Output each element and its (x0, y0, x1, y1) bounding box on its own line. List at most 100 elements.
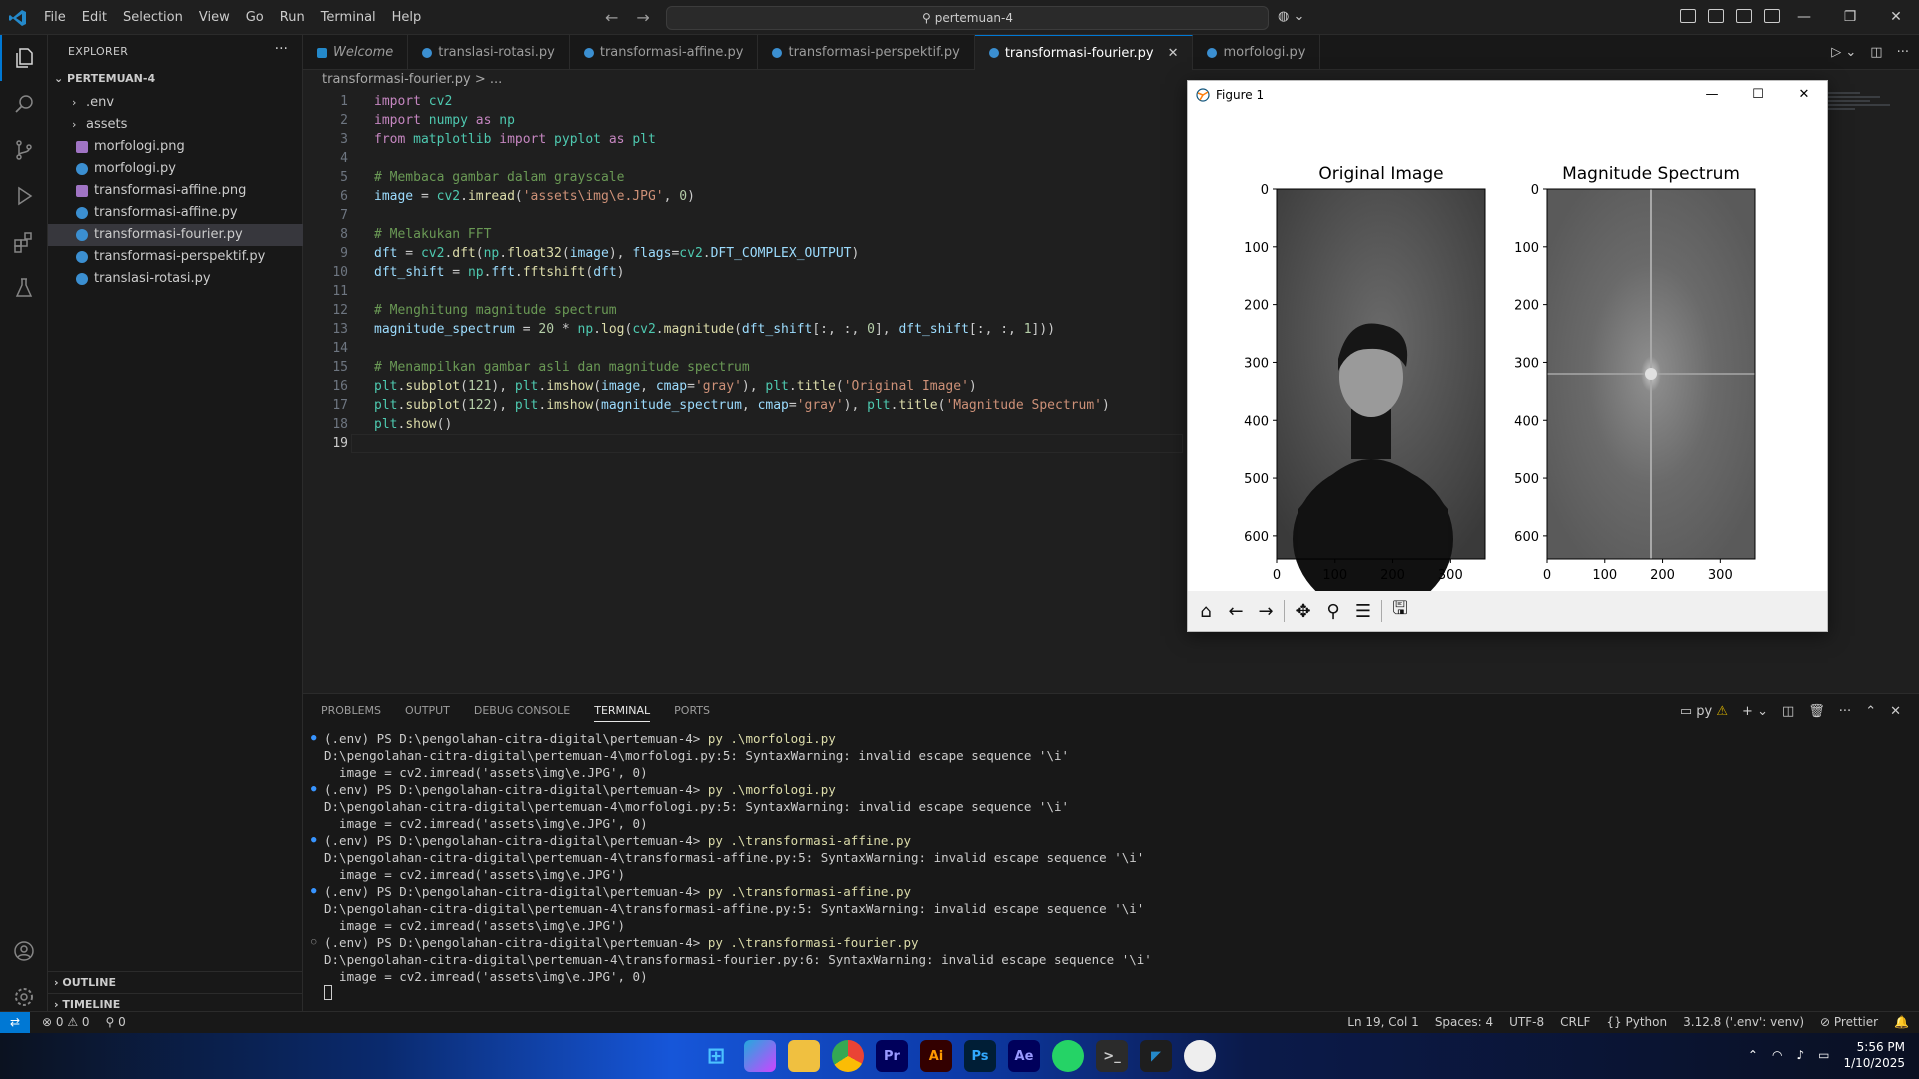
split-terminal-icon[interactable]: ◫ (1782, 704, 1794, 719)
premiere-pro-icon[interactable]: Pr (876, 1040, 908, 1072)
more-editor-actions-icon[interactable]: ··· (1897, 45, 1909, 60)
figure-close-button[interactable]: ✕ (1781, 81, 1827, 109)
pan-icon[interactable]: ✥ (1291, 601, 1315, 622)
tab-welcome[interactable]: Welcome (303, 35, 409, 70)
tree-item-affine-py[interactable]: transformasi-affine.py (48, 202, 303, 224)
toggle-primary-sidebar-icon[interactable] (1708, 9, 1724, 23)
source-control-icon[interactable] (0, 127, 48, 173)
whatsapp-icon[interactable] (1052, 1040, 1084, 1072)
zoom-icon[interactable]: ⚲ (1321, 601, 1345, 622)
problems-status[interactable]: ⊗ 0 ⚠ 0 (42, 1015, 90, 1029)
photoshop-icon[interactable]: Ps (964, 1040, 996, 1072)
ports-status[interactable]: ⚲ 0 (106, 1015, 126, 1029)
toggle-panel-icon[interactable] (1736, 9, 1752, 23)
command-center-search[interactable]: ⚲ pertemuan-4 (666, 6, 1269, 30)
volume-icon[interactable]: ♪ (1796, 1048, 1804, 1062)
windows-start-icon[interactable]: ⊞ (700, 1040, 732, 1072)
remote-indicator-icon[interactable]: ⇄ (0, 1012, 30, 1034)
close-tab-icon[interactable]: ✕ (1168, 46, 1179, 61)
copilot-icon[interactable]: ◍ ⌄ (1278, 9, 1304, 24)
menu-view[interactable]: View (191, 0, 238, 35)
tab-transformasi-perspektif[interactable]: transformasi-perspektif.py (758, 35, 975, 70)
tree-item-affine-png[interactable]: transformasi-affine.png (48, 180, 303, 202)
file-explorer-icon[interactable] (788, 1040, 820, 1072)
code-editor[interactable]: 1 import cv2 2 import numpy as np 3 from ma… (303, 92, 1183, 453)
python-figure-taskbar-icon[interactable] (1184, 1040, 1216, 1072)
command-status-icon[interactable]: ● (311, 730, 324, 747)
vscode-taskbar-icon[interactable]: ◤ (1140, 1040, 1172, 1072)
new-terminal-icon[interactable]: + ⌄ (1742, 704, 1768, 719)
tab-translasi-rotasi[interactable]: translasi-rotasi.py (408, 35, 570, 70)
tree-item-morfologi-png[interactable]: morfologi.png (48, 136, 303, 158)
command-status-icon[interactable]: ● (311, 781, 324, 798)
back-icon[interactable]: ← (1224, 601, 1248, 622)
tree-item-fourier-py[interactable]: transformasi-fourier.py (48, 224, 303, 246)
menu-go[interactable]: Go (238, 0, 272, 35)
menu-edit[interactable]: Edit (74, 0, 115, 35)
extensions-icon[interactable] (0, 219, 48, 265)
tree-item-translasi-py[interactable]: translasi-rotasi.py (48, 268, 303, 290)
prettier-status[interactable]: ⊘ Prettier (1820, 1015, 1878, 1029)
tab-ports[interactable]: PORTS (674, 704, 710, 722)
save-figure-icon[interactable]: 🖫 (1388, 596, 1412, 626)
configure-subplots-icon[interactable]: ☰ (1351, 601, 1375, 622)
back-arrow-icon[interactable]: ← (605, 8, 618, 27)
clock[interactable]: 5:56 PM 1/10/2025 (1843, 1039, 1905, 1071)
after-effects-icon[interactable]: Ae (1008, 1040, 1040, 1072)
illustrator-icon[interactable]: Ai (920, 1040, 952, 1072)
menu-help[interactable]: Help (384, 0, 430, 35)
testing-icon[interactable] (0, 265, 48, 311)
forward-arrow-icon[interactable]: → (636, 8, 649, 27)
tab-debug-console[interactable]: DEBUG CONSOLE (474, 704, 570, 722)
maximize-panel-icon[interactable]: ⌃ (1865, 704, 1876, 719)
menu-selection[interactable]: Selection (115, 0, 191, 35)
customize-layout-icon[interactable] (1680, 9, 1696, 23)
encoding[interactable]: UTF-8 (1509, 1015, 1544, 1029)
battery-icon[interactable]: ▭ (1818, 1048, 1829, 1062)
tree-item-assets[interactable]: › assets (48, 114, 303, 136)
menu-file[interactable]: File (36, 0, 74, 35)
more-panel-actions-icon[interactable]: ··· (1839, 704, 1851, 719)
tree-item-perspektif-py[interactable]: transformasi-perspektif.py (48, 246, 303, 268)
tree-item-morfologi-py[interactable]: morfologi.py (48, 158, 303, 180)
tab-problems[interactable]: PROBLEMS (321, 704, 381, 722)
breadcrumb[interactable]: transformasi-fourier.py > ... (322, 72, 502, 87)
cursor-position[interactable]: Ln 19, Col 1 (1347, 1015, 1419, 1029)
tab-morfologi[interactable]: morfologi.py (1193, 35, 1321, 70)
split-editor-icon[interactable]: ◫ (1870, 45, 1882, 60)
minimap[interactable] (1820, 92, 1910, 132)
accounts-icon[interactable] (0, 928, 48, 974)
tab-transformasi-fourier[interactable]: transformasi-fourier.py ✕ (974, 35, 1194, 70)
tab-output[interactable]: OUTPUT (405, 704, 450, 722)
kill-terminal-icon[interactable]: 🗑 (1808, 704, 1825, 719)
search-sidebar-icon[interactable] (0, 81, 48, 127)
workspace-folder[interactable]: ⌄ PERTEMUAN-4 (54, 72, 155, 85)
indentation[interactable]: Spaces: 4 (1435, 1015, 1493, 1029)
run-debug-icon[interactable] (0, 173, 48, 219)
command-status-icon[interactable]: ○ (311, 934, 324, 951)
python-interpreter[interactable]: 3.12.8 ('.env': venv) (1683, 1015, 1804, 1029)
tab-terminal[interactable]: TERMINAL (594, 704, 651, 722)
explorer-icon[interactable] (0, 35, 48, 81)
more-actions-icon[interactable]: ··· (275, 41, 288, 57)
run-python-icon[interactable]: ▷ ⌄ (1831, 45, 1856, 60)
end-of-line[interactable]: CRLF (1560, 1015, 1590, 1029)
tab-transformasi-affine[interactable]: transformasi-affine.py (570, 35, 759, 70)
minimize-button[interactable]: — (1781, 0, 1827, 35)
close-button[interactable]: ✕ (1873, 0, 1919, 35)
terminal-app-icon[interactable]: >_ (1096, 1040, 1128, 1072)
close-panel-icon[interactable]: ✕ (1890, 704, 1901, 719)
menu-terminal[interactable]: Terminal (313, 0, 384, 35)
toggle-secondary-sidebar-icon[interactable] (1764, 9, 1780, 23)
forward-icon[interactable]: → (1254, 601, 1278, 622)
home-icon[interactable]: ⌂ (1194, 601, 1218, 622)
restore-button[interactable]: ❐ (1827, 0, 1873, 35)
tray-overflow-icon[interactable]: ⌃ (1748, 1048, 1758, 1062)
figure-title-bar[interactable]: Figure 1 — ☐ ✕ (1188, 81, 1827, 109)
figure-maximize-button[interactable]: ☐ (1735, 81, 1781, 109)
tree-item-env[interactable]: › .env (48, 92, 303, 114)
command-status-icon[interactable]: ● (311, 883, 324, 900)
command-status-icon[interactable]: ● (311, 832, 324, 849)
chrome-icon[interactable] (832, 1040, 864, 1072)
terminal-python-icon[interactable]: ▭ py ⚠ (1680, 704, 1728, 719)
